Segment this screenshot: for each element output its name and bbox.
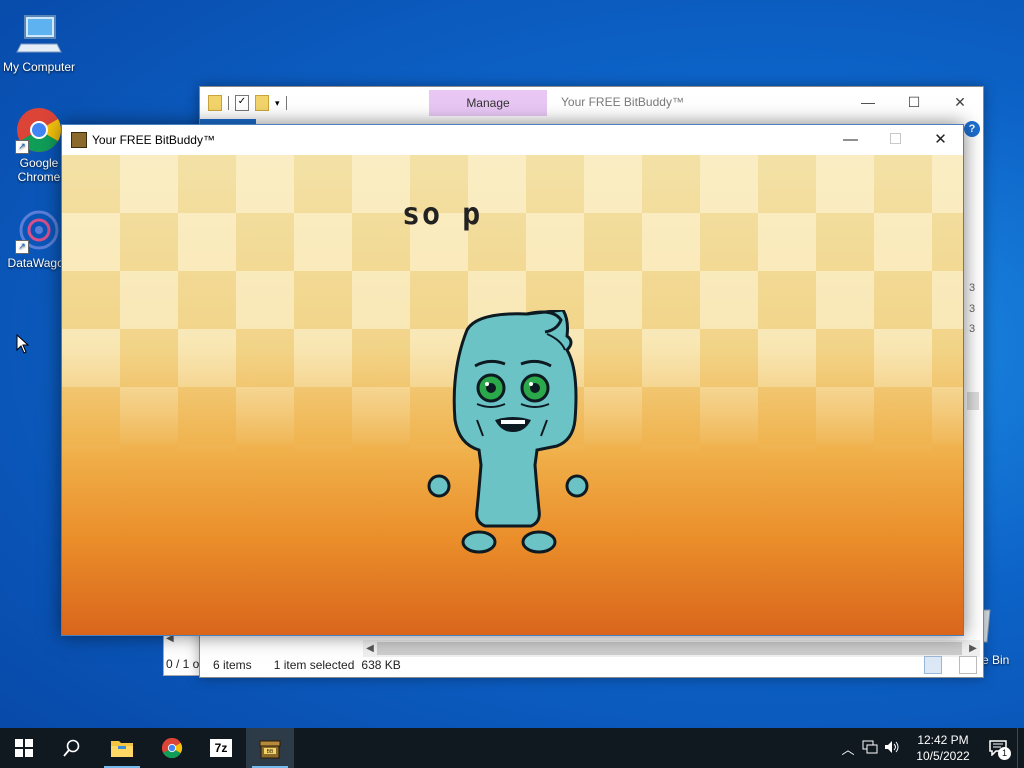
separator [228,96,229,110]
taskbar: 7z BB ︿ 12:42 PM 10/5/2022 1 [0,728,1024,768]
quick-access-toolbar: ✓ ▾ [208,95,287,111]
minimize-button[interactable]: — [845,87,891,117]
bitbuddy-character[interactable] [427,308,597,563]
properties-icon[interactable]: ✓ [235,95,249,111]
desktop-icon-label: My Computer [2,60,76,74]
selection-size: 638 KB [361,658,401,672]
svg-text:BB: BB [267,749,274,755]
notification-count-badge: 1 [998,747,1011,760]
datawagon-icon: ↗ [15,206,63,254]
list-item[interactable]: 3 [969,323,975,335]
taskbar-app-google-chrome[interactable] [148,728,196,768]
customize-qat-icon[interactable]: ▾ [275,98,280,109]
bitbuddy-gift-icon: BB [259,740,281,759]
bitbuddy-titlebar[interactable]: Your FREE BitBuddy™ — ☐ ✕ [62,125,963,155]
taskbar-app-bitbuddy[interactable]: BB [246,728,294,768]
folder-icon [111,741,133,757]
separator [285,96,287,110]
search-button[interactable] [48,728,96,768]
7zip-icon: 7z [210,739,232,757]
system-tray: ︿ 12:42 PM 10/5/2022 1 [837,728,1024,768]
large-icons-view-icon[interactable] [959,656,977,674]
desktop-icon-my-computer[interactable]: My Computer [0,10,78,74]
bitbuddy-app-icon [71,132,87,148]
taskbar-app-7zip[interactable]: 7z [197,728,245,768]
clock-date: 10/5/2022 [916,749,970,763]
file-list-fragment: 3 3 3 [967,157,981,410]
show-desktop-button[interactable] [1017,728,1024,768]
bitbuddy-scene[interactable]: so p [62,155,963,635]
close-button[interactable]: ✕ [918,125,963,155]
list-item[interactable]: 3 [969,282,975,294]
shortcut-arrow-icon: ↗ [15,140,29,154]
clock[interactable]: 12:42 PM 10/5/2022 [907,732,979,764]
new-folder-icon[interactable] [255,95,269,111]
search-icon [63,739,80,757]
window-title: Your FREE BitBuddy™ [561,95,684,109]
taskbar-app-file-explorer[interactable] [98,728,146,768]
chrome-icon [161,737,183,759]
recycle-bin-label: e Bin [982,653,1010,667]
pane-status-text: 0 / 1 o [166,657,200,671]
folder-icon[interactable] [208,95,222,111]
background-window-fragment: ◀ 0 / 1 o [163,632,203,676]
minimize-button[interactable]: — [828,125,873,155]
tab-manage[interactable]: Manage [429,90,547,116]
action-center-button[interactable]: 1 [979,728,1017,768]
close-button[interactable]: ✕ [937,87,983,117]
chevron-up-icon[interactable]: ︿ [837,739,859,758]
list-item[interactable]: 3 [969,303,975,315]
item-count: 6 items [213,658,252,672]
maximize-button: ☐ [888,131,903,148]
network-icon[interactable] [859,740,881,757]
7zip-label: 7z [214,741,228,755]
shortcut-arrow-icon: ↗ [15,240,29,254]
windows-logo-icon [15,739,33,757]
computer-icon [15,10,63,58]
window-controls: — ☐ ✕ [845,87,983,117]
chrome-icon: ↗ [15,106,63,154]
selection-count: 1 item selected [273,658,355,672]
volume-icon[interactable] [881,740,903,757]
status-bar: 6 items 1 item selected 638 KB [200,653,983,677]
maximize-button[interactable]: ☐ [891,87,937,117]
explorer-titlebar[interactable]: ✓ ▾ Manage Your FREE BitBuddy™ — ☐ ✕ [200,87,983,119]
window-title: Your FREE BitBuddy™ [92,133,215,147]
selected-row[interactable] [967,392,979,410]
view-switcher [911,656,977,674]
mouse-cursor-icon [16,333,30,357]
start-button[interactable] [0,728,48,768]
buddy-speech-text: so p [402,197,483,232]
help-icon[interactable]: ? [964,121,980,137]
details-view-icon[interactable] [924,656,942,674]
clock-time: 12:42 PM [917,733,969,747]
window-controls: — ☐ ✕ [828,125,963,155]
bitbuddy-window[interactable]: Your FREE BitBuddy™ — ☐ ✕ so p [61,124,964,636]
